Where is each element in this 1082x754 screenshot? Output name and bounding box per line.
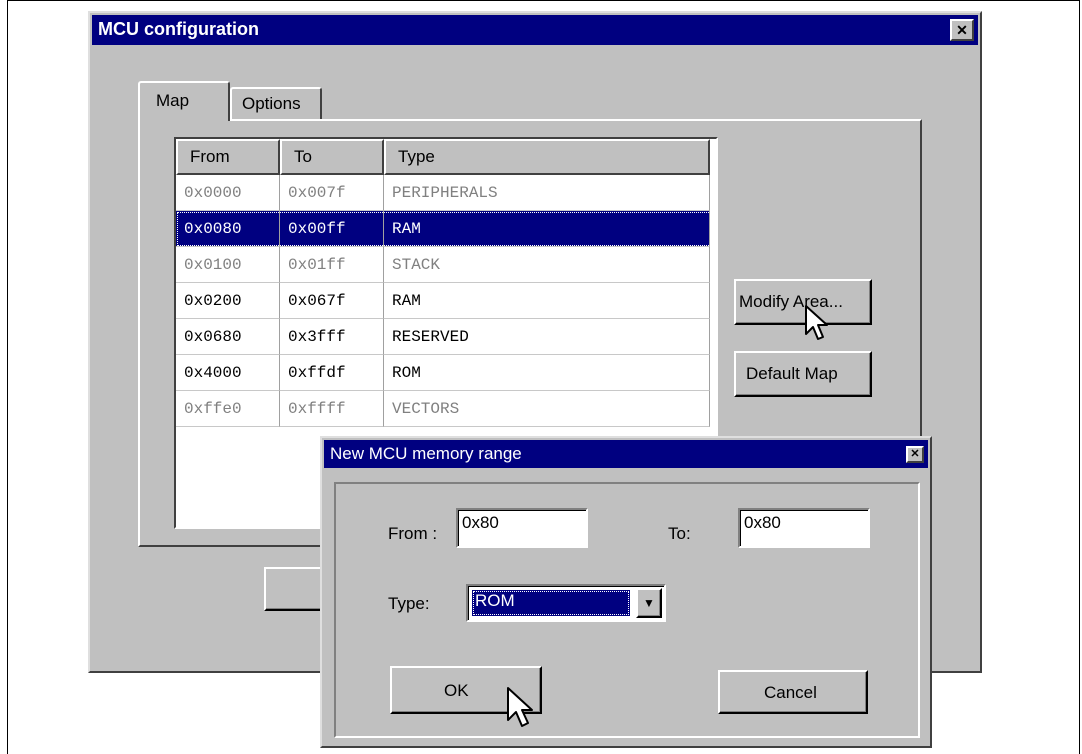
- cell-from: 0x0680: [176, 319, 280, 355]
- tab-map-label: Map: [156, 91, 190, 110]
- close-icon: ✕: [956, 22, 968, 38]
- default-map-label: Default Map: [746, 364, 838, 383]
- cell-to: 0xffdf: [280, 355, 384, 391]
- dialog-titlebar: New MCU memory range ✕: [324, 440, 928, 468]
- dialog-close-button[interactable]: ✕: [906, 446, 924, 463]
- from-label: From :: [388, 524, 438, 543]
- to-label: To:: [668, 524, 691, 543]
- close-button[interactable]: ✕: [950, 19, 974, 41]
- type-label: Type:: [388, 594, 430, 613]
- column-header-from[interactable]: From: [176, 139, 280, 175]
- mouse-pointer-icon: [507, 687, 533, 727]
- cell-from: 0x0200: [176, 283, 280, 319]
- modify-area-button[interactable]: Modify Area...: [734, 279, 872, 325]
- cell-to: 0x00ff: [280, 211, 384, 247]
- default-map-button[interactable]: Default Map: [734, 351, 872, 397]
- cell-type: VECTORS: [384, 391, 710, 427]
- column-header-to[interactable]: To: [280, 139, 384, 175]
- new-memory-range-dialog: New MCU memory range ✕ From : 0x80 To: 0…: [320, 436, 932, 748]
- cell-type: RESERVED: [384, 319, 710, 355]
- cell-to: 0xffff: [280, 391, 384, 427]
- tab-map[interactable]: Map: [138, 81, 230, 121]
- close-icon: ✕: [910, 448, 920, 460]
- type-dropdown-button[interactable]: ▼: [636, 588, 662, 618]
- chevron-down-icon: ▼: [643, 596, 655, 610]
- table-row[interactable]: 0x0680 0x3fff RESERVED: [176, 319, 716, 355]
- from-input[interactable]: 0x80: [456, 508, 588, 548]
- table-row[interactable]: 0xffe0 0xffff VECTORS: [176, 391, 716, 427]
- cancel-button[interactable]: Cancel: [718, 670, 868, 714]
- cell-from: 0x0000: [176, 175, 280, 211]
- table-row[interactable]: 0x4000 0xffdf ROM: [176, 355, 716, 391]
- list-header: From To Type: [176, 139, 716, 175]
- cell-type: PERIPHERALS: [384, 175, 710, 211]
- ok-label: OK: [444, 681, 469, 700]
- cell-from: 0x0100: [176, 247, 280, 283]
- dialog-title: New MCU memory range: [330, 444, 522, 463]
- table-row[interactable]: 0x0100 0x01ff STACK: [176, 247, 716, 283]
- cancel-label: Cancel: [764, 683, 817, 702]
- to-input[interactable]: 0x80: [738, 508, 870, 548]
- table-row[interactable]: 0x0000 0x007f PERIPHERALS: [176, 175, 716, 211]
- cell-type: RAM: [384, 211, 710, 247]
- cell-from: 0x4000: [176, 355, 280, 391]
- mouse-pointer-icon: [805, 305, 828, 340]
- cell-to: 0x067f: [280, 283, 384, 319]
- cell-to: 0x01ff: [280, 247, 384, 283]
- cell-type: ROM: [384, 355, 710, 391]
- cell-from: 0xffe0: [176, 391, 280, 427]
- table-row[interactable]: 0x0200 0x067f RAM: [176, 283, 716, 319]
- type-select[interactable]: ROM ▼: [466, 584, 666, 622]
- table-row-selected[interactable]: 0x0080 0x00ff RAM: [176, 211, 716, 247]
- mcu-configuration-titlebar: MCU configuration ✕: [92, 15, 978, 45]
- cell-to: 0x3fff: [280, 319, 384, 355]
- cell-from: 0x0080: [176, 211, 280, 247]
- cell-type: RAM: [384, 283, 710, 319]
- type-select-value: ROM: [472, 590, 630, 616]
- column-header-type[interactable]: Type: [384, 139, 710, 175]
- tab-options-label: Options: [242, 94, 301, 113]
- cell-type: STACK: [384, 247, 710, 283]
- tab-options[interactable]: Options: [230, 87, 322, 119]
- window-title: MCU configuration: [98, 19, 259, 39]
- cell-to: 0x007f: [280, 175, 384, 211]
